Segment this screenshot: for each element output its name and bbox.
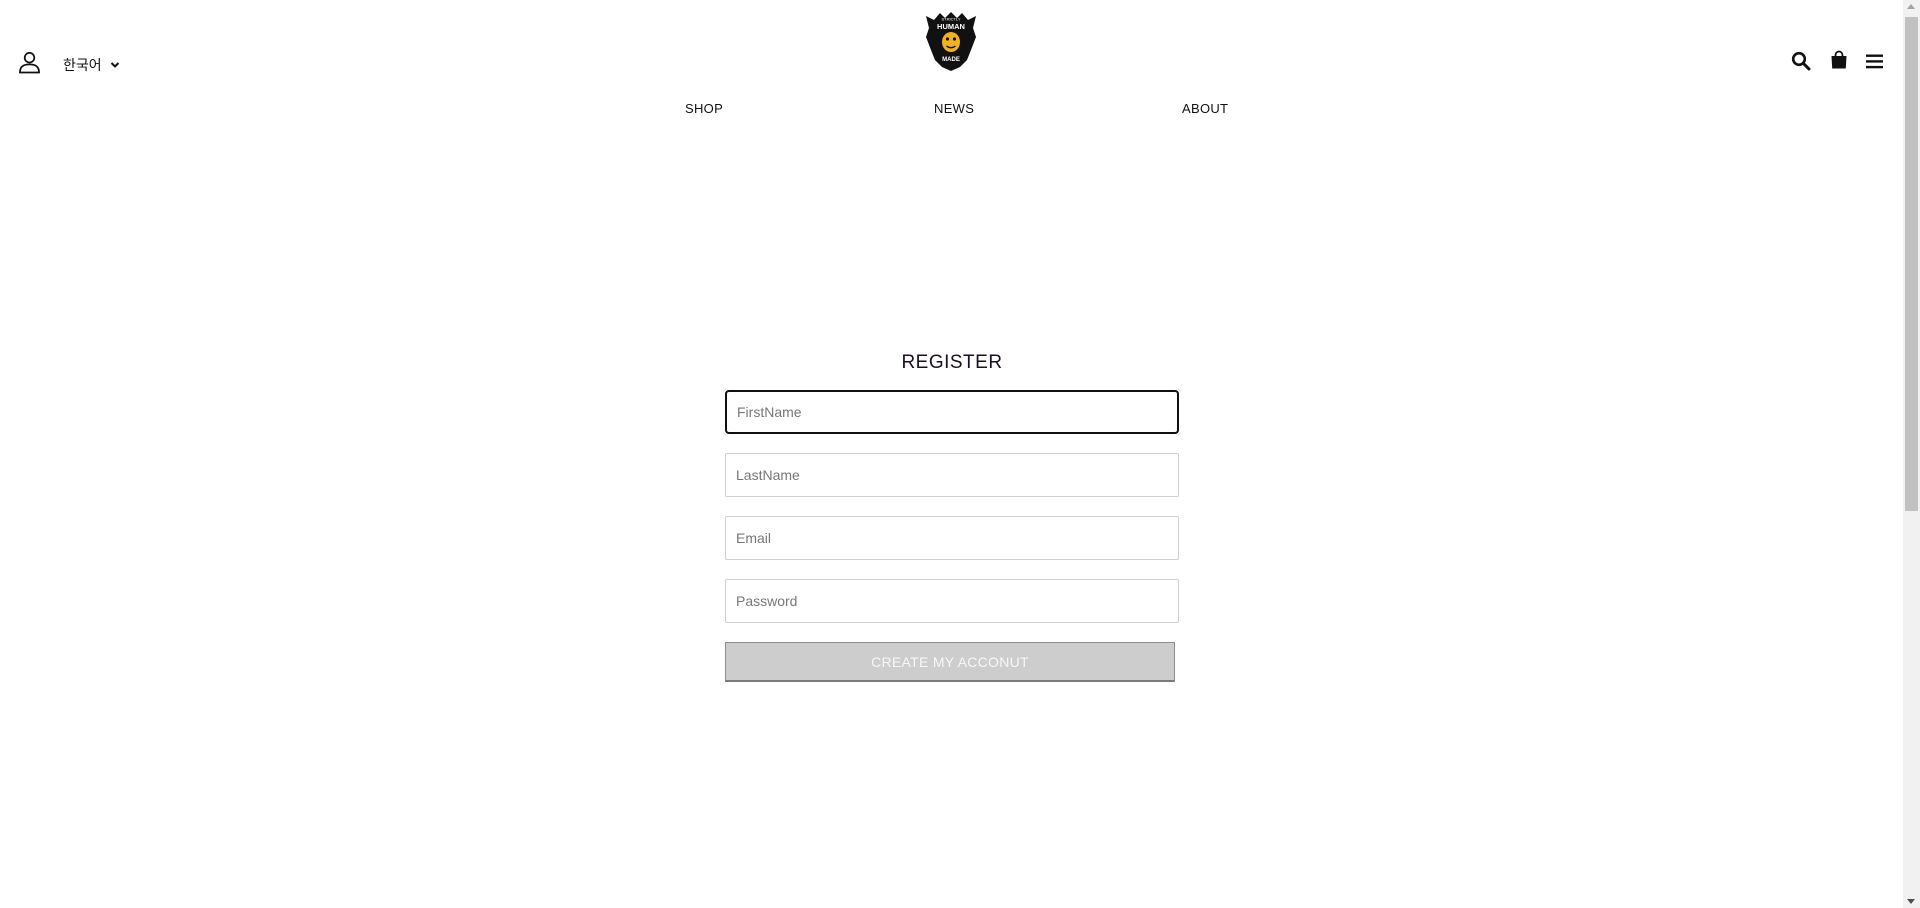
main-nav: SHOP NEWS ABOUT bbox=[0, 101, 1903, 121]
language-label: 한국어 bbox=[63, 57, 102, 73]
last-name-field[interactable] bbox=[725, 453, 1179, 497]
scroll-down-arrow-icon[interactable] bbox=[1907, 899, 1915, 904]
logo-text-main: HUMAN bbox=[937, 22, 965, 31]
logo-text-top: STRICTLY bbox=[941, 17, 960, 22]
human-made-logo[interactable]: STRICTLY HUMAN MADE bbox=[920, 10, 982, 72]
hamburger-menu-icon[interactable] bbox=[1865, 52, 1885, 72]
vertical-scrollbar[interactable] bbox=[1903, 0, 1920, 908]
shopping-bag-icon[interactable] bbox=[1829, 50, 1849, 70]
email-field[interactable] bbox=[725, 516, 1179, 560]
search-icon[interactable] bbox=[1791, 51, 1811, 71]
nav-about-link[interactable]: ABOUT bbox=[1182, 101, 1228, 116]
page: 한국어 STRICTLY HUMAN MADE SHOP NEWS ABOUT … bbox=[0, 0, 1903, 908]
user-icon[interactable] bbox=[18, 50, 41, 74]
scroll-thumb[interactable] bbox=[1905, 17, 1918, 511]
nav-shop-link[interactable]: SHOP bbox=[685, 101, 723, 116]
first-name-field[interactable] bbox=[725, 390, 1179, 434]
language-selector[interactable]: 한국어 bbox=[63, 55, 120, 75]
logo-text-bottom: MADE bbox=[942, 57, 960, 63]
password-field[interactable] bbox=[725, 579, 1179, 623]
register-title: REGISTER bbox=[901, 352, 1003, 373]
create-account-button[interactable]: CREATE MY ACCONUT bbox=[725, 642, 1175, 682]
nav-news-link[interactable]: NEWS bbox=[934, 101, 974, 116]
chevron-down-icon bbox=[110, 62, 119, 68]
scroll-up-arrow-icon[interactable] bbox=[1907, 4, 1915, 9]
register-form: REGISTER CREATE MY ACCONUT bbox=[725, 352, 1179, 682]
